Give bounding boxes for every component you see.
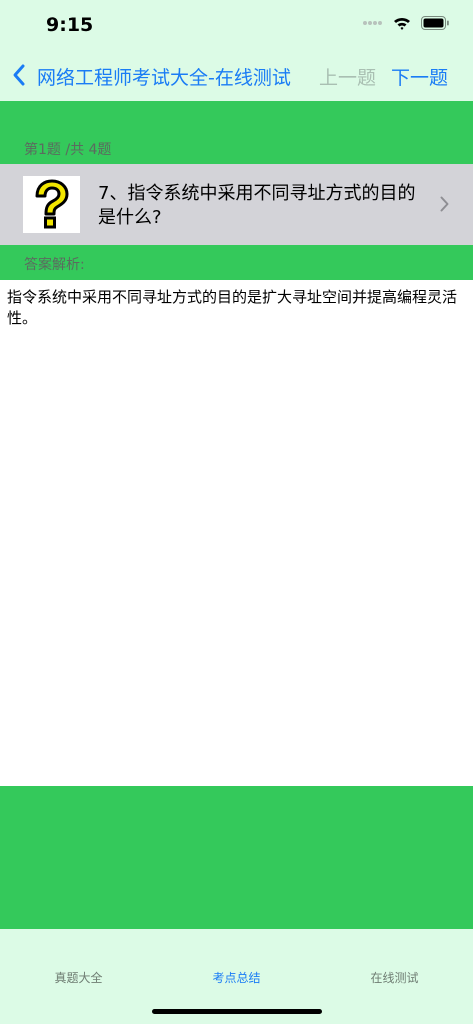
question-counter: 第1题 /共 4题 <box>24 142 112 158</box>
battery-icon <box>421 16 449 30</box>
status-icons <box>363 16 449 30</box>
chevron-right-icon <box>440 196 449 212</box>
status-time: 9:15 <box>46 14 94 36</box>
back-chevron-icon[interactable] <box>12 63 26 87</box>
nav-title[interactable]: 网络工程师考试大全-在线测试 <box>37 63 291 90</box>
answer-text: 指令系统中采用不同寻址方式的目的是扩大寻址空间并提高编程灵活性。 <box>7 288 458 327</box>
navigation-bar: 网络工程师考试大全-在线测试 上一题 下一题 <box>0 50 473 101</box>
tab-real-exams[interactable]: 真题大全 <box>0 969 157 986</box>
status-bar: 9:15 <box>0 0 473 50</box>
bottom-banner-area <box>0 786 473 929</box>
wifi-icon <box>394 17 410 30</box>
question-image <box>23 176 80 233</box>
previous-question-button[interactable]: 上一题 <box>319 63 376 90</box>
question-mark-icon <box>35 179 69 229</box>
question-row[interactable]: 7、指令系统中采用不同寻址方式的目的是什么? <box>0 164 473 245</box>
cellular-signal-icon <box>363 21 382 25</box>
next-question-button[interactable]: 下一题 <box>391 63 448 90</box>
tab-key-points[interactable]: 考点总结 <box>158 969 315 986</box>
question-text: 7、指令系统中采用不同寻址方式的目的是什么? <box>98 183 416 228</box>
home-indicator <box>152 1009 322 1014</box>
tab-online-test[interactable]: 在线测试 <box>316 969 473 986</box>
answer-body: 指令系统中采用不同寻址方式的目的是扩大寻址空间并提高编程灵活性。 <box>0 280 473 786</box>
answer-label: 答案解析: <box>24 257 85 273</box>
